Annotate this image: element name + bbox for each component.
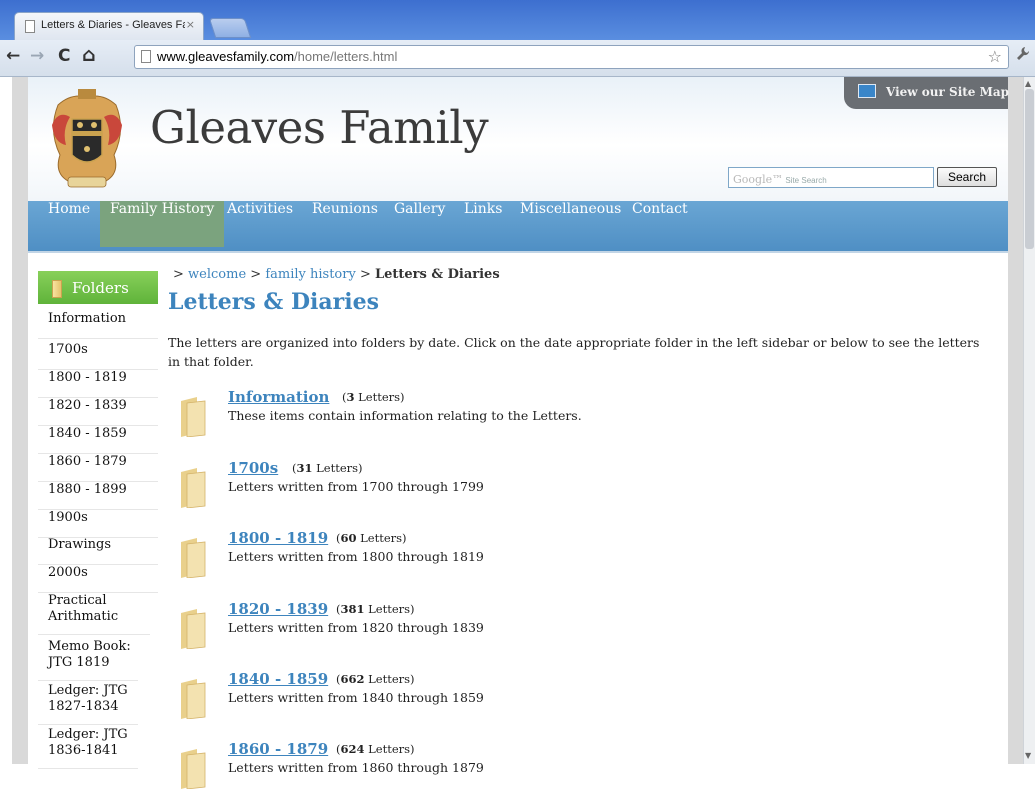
browser-tab[interactable]: Letters & Diaries - Gleaves Fa ×	[14, 12, 204, 40]
nav-miscellaneous[interactable]: Miscellaneous	[510, 201, 631, 247]
intro-text: The letters are organized into folders b…	[168, 335, 980, 369]
folder-entry: 1820 - 1839 (381 Letters) Letters writte…	[168, 600, 998, 663]
folder-icon[interactable]	[179, 538, 206, 578]
folder-icon[interactable]	[179, 468, 206, 508]
folder-description: Letters written from 1820 through 1839	[228, 620, 484, 635]
site-map-button[interactable]: View our Site Map	[844, 77, 1010, 109]
family-crest-logo	[48, 85, 126, 191]
back-arrow-icon[interactable]: ←	[6, 46, 20, 66]
breadcrumb-current: Letters & Diaries	[374, 267, 500, 282]
folder-icon	[52, 280, 62, 298]
scroll-down-arrow-icon[interactable]: ▼	[1025, 751, 1031, 760]
nav-contact[interactable]: Contact	[622, 201, 698, 247]
browser-toolbar: ← → C ⌂ www.gleavesfamily.com/home/lette…	[0, 40, 1035, 77]
page-title: Letters & Diaries	[168, 289, 379, 315]
folder-link-1840-1859[interactable]: 1840 - 1859	[228, 670, 328, 688]
folder-description: Letters written from 1800 through 1819	[228, 549, 484, 564]
sidebar-item-1820-1839[interactable]: 1820 - 1839	[38, 398, 158, 426]
folder-count: (662 Letters)	[336, 672, 415, 686]
breadcrumb-separator: >	[173, 267, 189, 282]
sidebar-item-1880-1899[interactable]: 1880 - 1899	[38, 482, 158, 510]
scrollbar-thumb[interactable]	[1025, 89, 1034, 249]
folders-title: Folders	[72, 279, 129, 297]
folder-count: (31 Letters)	[292, 461, 363, 475]
address-bar[interactable]: www.gleavesfamily.com/home/letters.html …	[134, 45, 1009, 69]
folder-description: Letters written from 1840 through 1859	[228, 690, 484, 705]
folder-entry: Information (3 Letters) These items cont…	[168, 388, 998, 451]
folder-entry: 1700s (31 Letters) Letters written from …	[168, 459, 998, 522]
breadcrumb-separator: >	[246, 267, 266, 282]
browser-tab-bar: Letters & Diaries - Gleaves Fa ×	[0, 0, 1035, 40]
sidebar-item-memo-book[interactable]: Memo Book: JTG 1819	[38, 639, 138, 681]
folder-icon[interactable]	[179, 679, 206, 719]
site-map-icon	[858, 84, 876, 98]
google-brand-placeholder: Google™	[733, 173, 784, 186]
nav-reunions[interactable]: Reunions	[302, 201, 388, 247]
folder-link-1700s[interactable]: 1700s	[228, 459, 278, 477]
page-viewport: Gleaves Family View our Site Map Google™…	[12, 77, 1023, 789]
vertical-scrollbar[interactable]: ▲ ▼	[1023, 77, 1035, 764]
folder-link-1800-1819[interactable]: 1800 - 1819	[228, 529, 328, 547]
sidebar-item-information[interactable]: Information	[38, 311, 158, 339]
breadcrumb-family-history-link[interactable]: family history	[265, 267, 356, 282]
sidebar-item-practical-arithmatic[interactable]: Practical Arithmatic	[38, 593, 150, 635]
page-icon	[25, 20, 35, 33]
folder-entry: 1840 - 1859 (662 Letters) Letters writte…	[168, 670, 998, 733]
folder-icon[interactable]	[179, 609, 206, 649]
page-icon	[141, 50, 151, 63]
folder-icon[interactable]	[179, 397, 206, 437]
folder-link-1860-1879[interactable]: 1860 - 1879	[228, 740, 328, 758]
site-header: Gleaves Family View our Site Map Google™…	[28, 77, 1010, 201]
folder-description: Letters written from 1700 through 1799	[228, 479, 484, 494]
breadcrumb-separator: >	[355, 267, 375, 282]
nav-links[interactable]: Links	[454, 201, 512, 247]
nav-family-history[interactable]: Family History	[100, 201, 225, 247]
folder-link-1820-1839[interactable]: 1820 - 1839	[228, 600, 328, 618]
close-tab-icon[interactable]: ×	[186, 18, 195, 31]
nav-home[interactable]: Home	[38, 201, 100, 247]
wrench-menu-icon[interactable]	[1016, 46, 1030, 66]
nav-activities[interactable]: Activities	[217, 201, 303, 247]
sidebar-item-1700s[interactable]: 1700s	[38, 342, 158, 370]
new-tab-button[interactable]	[208, 18, 252, 38]
folder-count: (381 Letters)	[336, 602, 415, 616]
sidebar-item-drawings[interactable]: Drawings	[38, 537, 158, 565]
folders-header: Folders	[38, 271, 158, 304]
search-button[interactable]: Search	[937, 167, 997, 187]
sidebar-item-1800-1819[interactable]: 1800 - 1819	[38, 370, 158, 398]
site-search-input[interactable]: Google™ Site Search	[728, 167, 934, 188]
bookmark-star-icon[interactable]: ☆	[988, 47, 1002, 66]
sidebar-item-ledger-1827[interactable]: Ledger: JTG 1827-1834	[38, 683, 138, 725]
folder-description: Letters written from 1860 through 1879	[228, 760, 484, 775]
search-placeholder: Site Search	[785, 176, 827, 185]
folder-entry: 1860 - 1879 (624 Letters) Letters writte…	[168, 740, 998, 803]
tab-title: Letters & Diaries - Gleaves Fa	[41, 19, 185, 31]
reload-icon[interactable]: C	[58, 46, 70, 66]
site-container: Gleaves Family View our Site Map Google™…	[28, 77, 1010, 789]
folder-count: (3 Letters)	[342, 390, 405, 404]
nav-gallery[interactable]: Gallery	[384, 201, 455, 247]
forward-arrow-icon[interactable]: →	[30, 46, 44, 66]
site-map-label: View our Site Map	[886, 85, 1010, 99]
sidebar-item-1900s[interactable]: 1900s	[38, 510, 158, 538]
main-nav: Home Family History Activities Reunions …	[28, 201, 1008, 253]
breadcrumb-welcome-link[interactable]: welcome	[188, 267, 246, 282]
sidebar-item-1860-1879[interactable]: 1860 - 1879	[38, 454, 158, 482]
folder-count: (60 Letters)	[336, 531, 407, 545]
sidebar-item-ledger-1836[interactable]: Ledger: JTG 1836-1841	[38, 727, 138, 769]
folder-entry: 1800 - 1819 (60 Letters) Letters written…	[168, 529, 998, 592]
folder-description: These items contain information relating…	[228, 408, 582, 423]
site-title[interactable]: Gleaves Family	[150, 101, 489, 154]
home-icon[interactable]: ⌂	[82, 44, 96, 66]
sidebar-item-2000s[interactable]: 2000s	[38, 565, 158, 593]
folder-link-information[interactable]: Information	[228, 388, 329, 406]
folder-count: (624 Letters)	[336, 742, 415, 756]
sidebar-item-1840-1859[interactable]: 1840 - 1859	[38, 426, 158, 454]
folder-icon[interactable]	[179, 749, 206, 789]
breadcrumb: > welcome > family history > Letters & D…	[173, 267, 500, 282]
url-text: www.gleavesfamily.com/home/letters.html	[157, 49, 398, 64]
scroll-up-arrow-icon[interactable]: ▲	[1025, 79, 1031, 88]
